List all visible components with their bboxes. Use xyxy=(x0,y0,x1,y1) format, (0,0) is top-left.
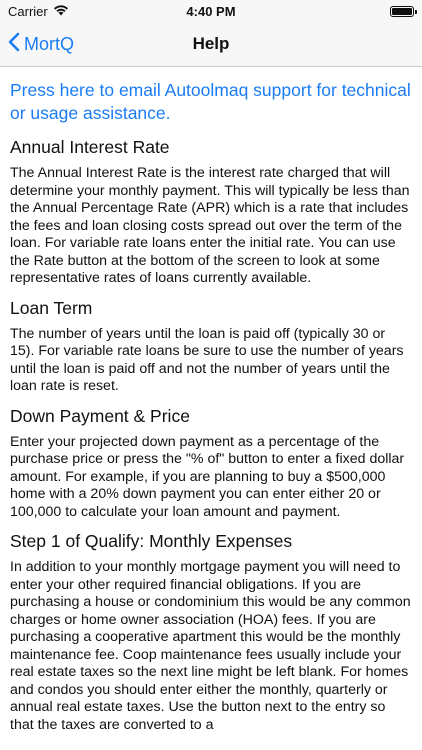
section-body: Enter your projected down payment as a p… xyxy=(10,433,405,520)
section-down-payment-price: Down Payment & Price Enter your projecte… xyxy=(10,404,412,522)
battery-icon xyxy=(390,5,417,17)
help-content[interactable]: Press here to email Autoolmaq support fo… xyxy=(0,67,422,750)
help-screen: Carrier 4:40 PM MortQ Help Press here to… xyxy=(0,0,422,750)
section-body: The Annual Interest Rate is the interest… xyxy=(10,165,410,286)
section-qualify-monthly-expenses: Step 1 of Qualify: Monthly Expenses In a… xyxy=(10,529,412,734)
section-heading: Down Payment & Price xyxy=(10,405,190,426)
wifi-icon xyxy=(53,4,69,19)
section-annual-interest-rate: Annual Interest Rate The Annual Interest… xyxy=(10,135,412,288)
section-body: In addition to your monthly mortgage pay… xyxy=(10,559,411,733)
section-heading: Loan Term xyxy=(10,297,93,318)
navigation-bar: MortQ Help xyxy=(0,22,422,67)
chevron-left-icon xyxy=(8,32,24,57)
status-bar: Carrier 4:40 PM xyxy=(0,0,422,22)
section-loan-term: Loan Term The number of years until the … xyxy=(10,296,412,396)
section-heading: Step 1 of Qualify: Monthly Expenses xyxy=(10,531,293,551)
status-right xyxy=(390,5,417,17)
section-heading: Annual Interest Rate xyxy=(10,137,170,157)
section-body: The number of years until the loan is pa… xyxy=(10,325,404,395)
email-support-link[interactable]: Press here to email Autoolmaq support fo… xyxy=(10,79,412,125)
back-button[interactable]: MortQ xyxy=(8,22,74,66)
battery-fill xyxy=(392,7,412,15)
back-button-label: MortQ xyxy=(24,33,75,54)
status-left: Carrier xyxy=(8,4,69,19)
carrier-label: Carrier xyxy=(8,3,48,19)
